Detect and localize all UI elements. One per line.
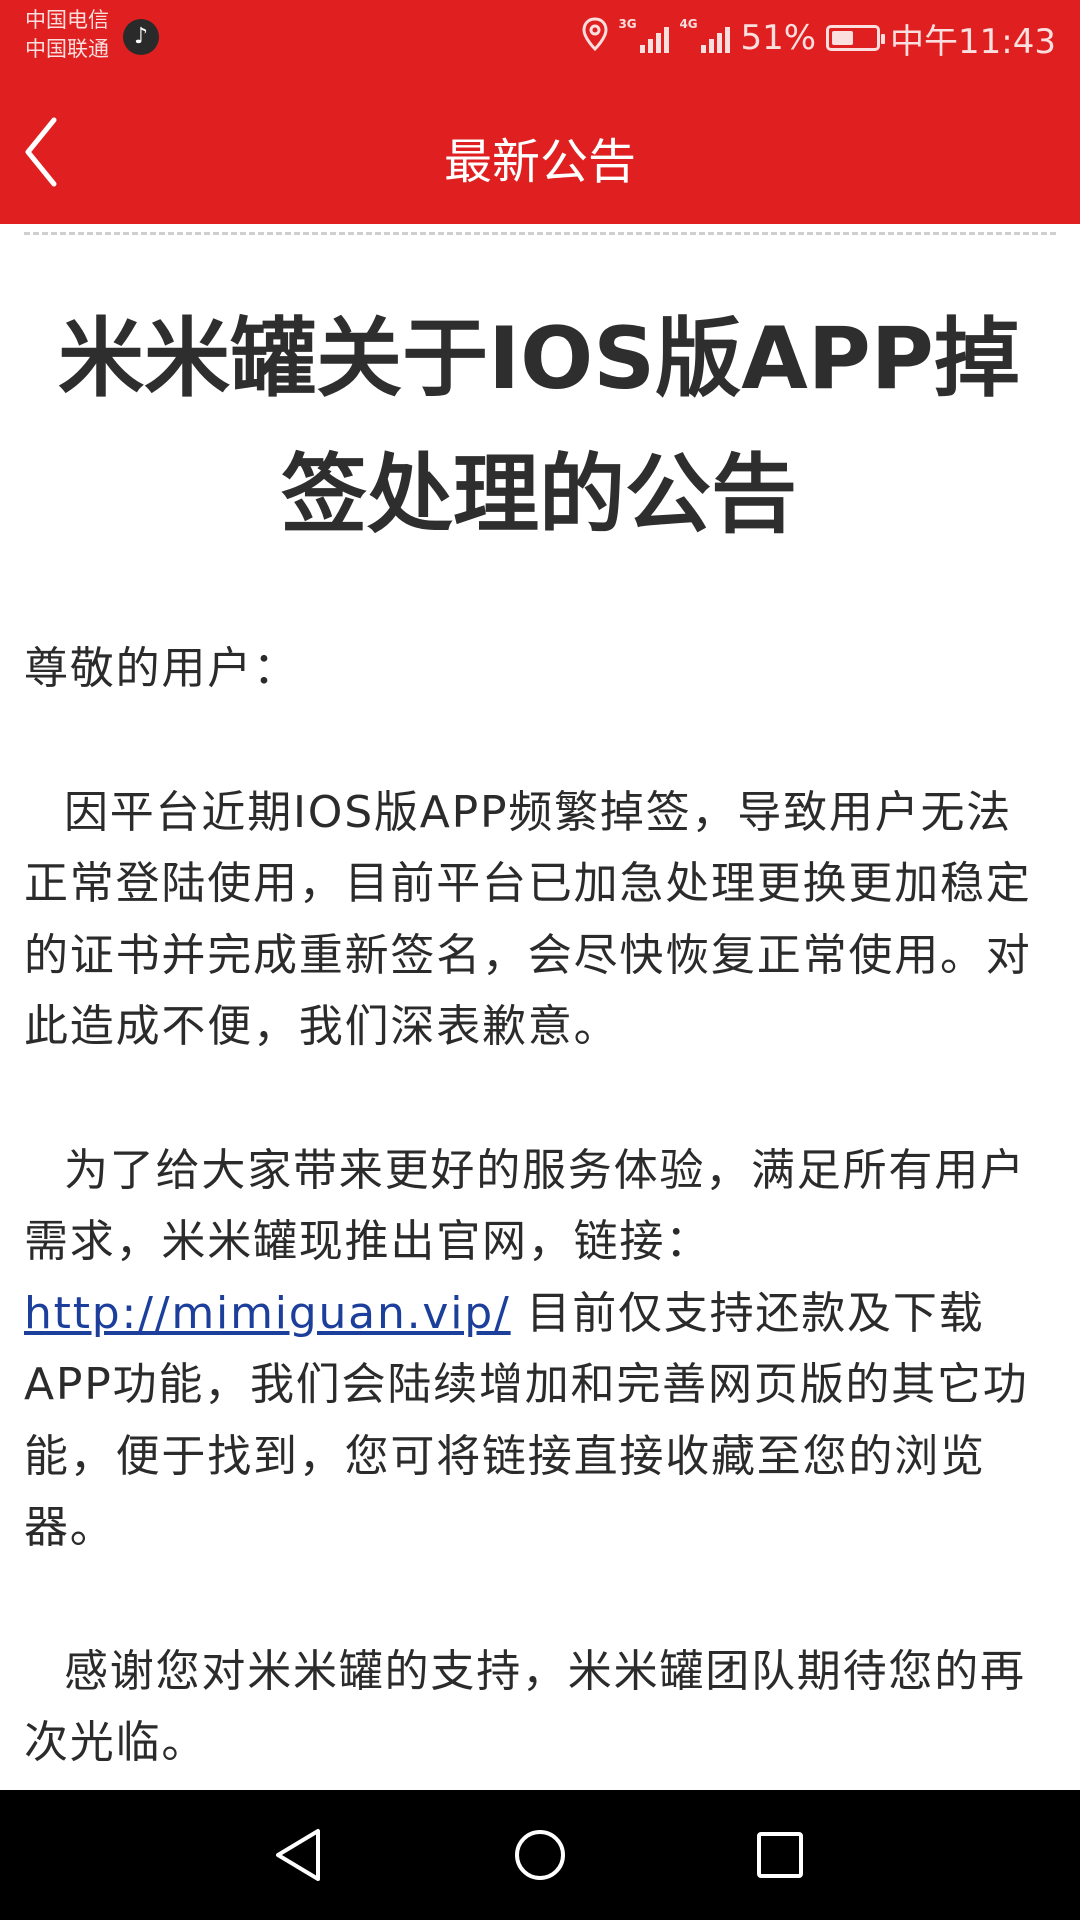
nav-recents-icon[interactable]	[750, 1825, 810, 1885]
greeting: 尊敬的用户：	[24, 643, 299, 694]
status-bar: 中国电信 中国联通 ♪ 3G 4G 51% 中午11:43	[0, 0, 1080, 80]
page-title: 最新公告	[443, 134, 636, 190]
divider	[24, 232, 1056, 235]
paragraph-3: 感谢您对米米罐的支持，米米罐团队期待您的再次光临。	[24, 1645, 1026, 1769]
signal-icon: 3G	[618, 17, 670, 53]
carrier-2: 中国联通	[25, 37, 109, 61]
location-icon	[582, 16, 608, 60]
network-type-1: 3G	[618, 17, 637, 31]
nav-back-icon[interactable]	[270, 1825, 330, 1885]
tiktok-notification-icon: ♪	[123, 19, 159, 55]
website-link[interactable]: http://mimiguan.vip/	[24, 1288, 511, 1339]
signal-icon: 4G	[679, 17, 731, 53]
article-title: 米米罐关于IOS版APP掉签处理的公告	[58, 309, 1020, 545]
battery-fill	[832, 31, 854, 45]
paragraph-2: 为了给大家带来更好的服务体验，满足所有用户需求，米米罐现推出官网，链接： http…	[24, 1135, 1054, 1564]
article-content: 米米罐关于IOS版APP掉签处理的公告 尊敬的用户： 因平台近期IOS版APP频…	[24, 245, 1054, 1790]
paragraph-1: 因平台近期IOS版APP频繁掉签，导致用户无法正常登陆使用，目前平台已加急处理更…	[24, 786, 1032, 1053]
nav-home-icon[interactable]	[510, 1825, 570, 1885]
app-header: 中国电信 中国联通 ♪ 3G 4G 51% 中午11:43 最新公告	[0, 0, 1080, 224]
paragraph-2-text: 为了给大家带来更好的服务体验，满足所有用户需求，米米罐现推出官网，链接：	[24, 1144, 1026, 1268]
clock: 中午11:43	[890, 21, 1056, 62]
nav-bar: 最新公告	[0, 80, 1080, 224]
carrier-1: 中国电信	[25, 8, 109, 32]
system-navigation-bar	[0, 1790, 1080, 1920]
carrier-info: 中国电信 中国联通	[25, 6, 109, 64]
battery-icon	[826, 25, 886, 51]
battery-percent: 51%	[740, 18, 817, 58]
network-type-2: 4G	[679, 17, 698, 31]
status-indicators: 3G 4G 51% 中午11:43	[582, 14, 1056, 62]
